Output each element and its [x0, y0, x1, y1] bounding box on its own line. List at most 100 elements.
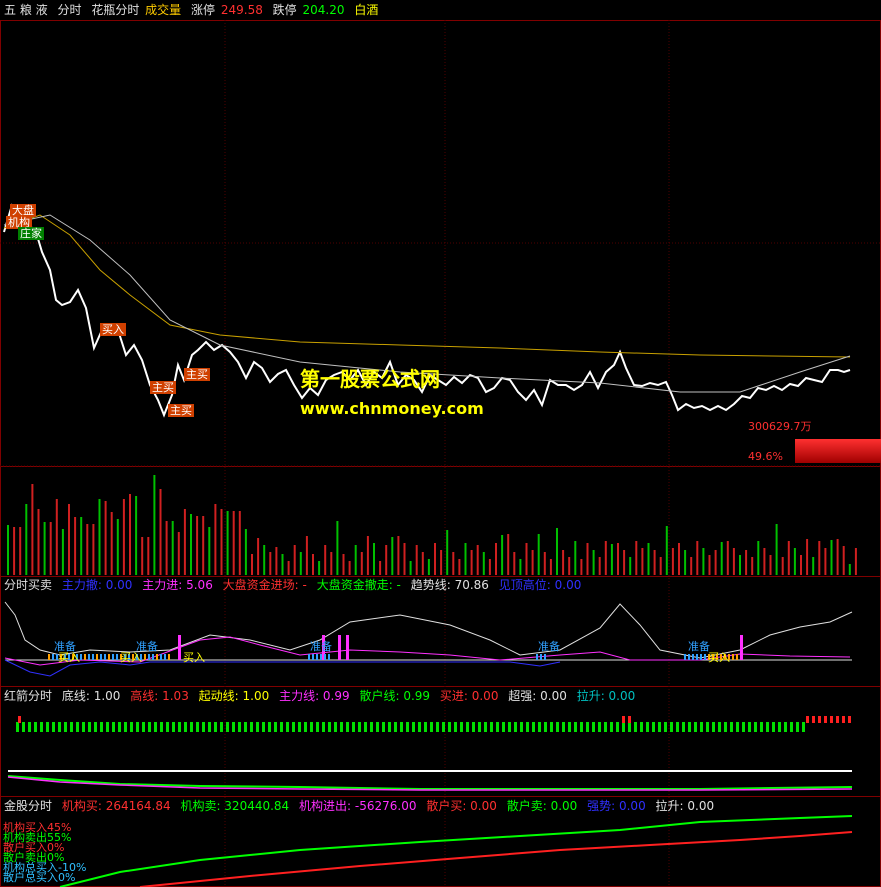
p2-green-bar — [460, 722, 463, 732]
p2-green-bar — [388, 722, 391, 732]
p1-signal-bar — [144, 654, 146, 660]
p2-red-mark-0 — [18, 716, 21, 723]
sector-label[interactable]: 白酒 — [354, 3, 378, 17]
p2-green-bar — [520, 722, 523, 732]
p2-red-mark-2 — [628, 716, 631, 723]
p2-green-bar — [334, 722, 337, 732]
percent-bar — [795, 439, 881, 463]
p2-green-bar — [604, 722, 607, 732]
panel1-title[interactable]: 分时买卖 — [4, 578, 52, 592]
chart-canvas — [0, 20, 881, 887]
p2-green-bar — [280, 722, 283, 732]
panel2-title[interactable]: 红箭分时 — [4, 689, 52, 703]
panel3-item-6: 拉升: 0.00 — [655, 799, 715, 813]
p2-green-bar — [274, 722, 277, 732]
p2-green-bar — [16, 722, 19, 732]
p2-green-bar — [376, 722, 379, 732]
p2-green-bar — [298, 722, 301, 732]
p2-green-bar — [622, 722, 625, 732]
p2-green-bar — [46, 722, 49, 732]
p1-signal-bar — [324, 654, 326, 660]
p2-green-bar — [760, 722, 763, 732]
p2-green-bar — [700, 722, 703, 732]
p2-green-bar — [214, 722, 217, 732]
p2-green-bar — [88, 722, 91, 732]
p1-signal-bar — [104, 654, 106, 660]
p1-signal-bar — [84, 654, 86, 660]
p2-green-bar — [400, 722, 403, 732]
p2-green-bar — [628, 722, 631, 732]
panel2-item-2: 起动线: 1.00 — [198, 689, 270, 703]
p2-green-bar — [562, 722, 565, 732]
p2-green-bar — [124, 722, 127, 732]
p2-green-bar — [514, 722, 517, 732]
p2-green-bar — [472, 722, 475, 732]
p2-green-bar — [508, 722, 511, 732]
p2-green-bar — [262, 722, 265, 732]
p2-red-bar — [812, 716, 815, 723]
indicator-name[interactable]: 花瓶分时 — [91, 3, 139, 17]
p2-green-bar — [598, 722, 601, 732]
p3-buy-line — [139, 831, 853, 887]
p1-tag-prep-4: 准备 — [538, 640, 560, 653]
p2-green-bar — [322, 722, 325, 732]
p1-signal-bar — [700, 654, 702, 660]
watermark-title: 第一股票公式网 — [300, 367, 440, 391]
p2-green-bar — [556, 722, 559, 732]
p2-green-bar — [490, 722, 493, 732]
panel3-item-1: 机构卖: 320440.84 — [180, 799, 290, 813]
p2-green-bar — [550, 722, 553, 732]
p2-green-bar — [244, 722, 247, 732]
p2-green-bar — [784, 722, 787, 732]
p2-green-bar — [286, 722, 289, 732]
p2-green-bar — [76, 722, 79, 732]
p2-green-bar — [268, 722, 271, 732]
panel1-border — [0, 576, 881, 687]
p1-signal-bar — [696, 654, 698, 660]
p2-green-bar — [766, 722, 769, 732]
p2-green-bar — [676, 722, 679, 732]
p2-green-bar — [172, 722, 175, 732]
p3-legend-5: 散户总买入0% — [3, 871, 76, 884]
panel2-item-7: 拉升: 0.00 — [576, 689, 636, 703]
p2-green-bar — [526, 722, 529, 732]
p2-green-bar — [778, 722, 781, 732]
p2-green-bar — [772, 722, 775, 732]
tag-buy: 买入 — [100, 323, 126, 336]
p2-red-bar — [824, 716, 827, 723]
p2-green-bar — [712, 722, 715, 732]
panel3-item-2: 机构进出: -56276.00 — [299, 799, 417, 813]
panel3-title[interactable]: 金股分时 — [4, 799, 52, 813]
p2-green-bar — [340, 722, 343, 732]
p1-signal-bar — [148, 654, 150, 660]
p1-signal-bar — [308, 654, 310, 660]
p2-green-bar — [754, 722, 757, 732]
p1-signal-bar — [312, 654, 314, 660]
p1-signal-bar — [316, 654, 318, 660]
p1-signal-bar — [52, 654, 54, 660]
p2-green-bar — [640, 722, 643, 732]
p2-green-bar — [634, 722, 637, 732]
p2-green-bar — [418, 722, 421, 732]
p1-signal-bar — [692, 654, 694, 660]
p2-green-bar — [718, 722, 721, 732]
p2-green-bar — [478, 722, 481, 732]
p2-green-bar — [64, 722, 67, 732]
p2-red-bar — [836, 716, 839, 723]
p2-green-bar — [70, 722, 73, 732]
p2-green-bar — [616, 722, 619, 732]
p2-green-bar — [112, 722, 115, 732]
stock-name[interactable]: 五 粮 液 — [4, 3, 48, 17]
p2-green-bar — [532, 722, 535, 732]
p2-green-bar — [724, 722, 727, 732]
period-label[interactable]: 分时 — [57, 3, 81, 17]
p2-green-bar — [166, 722, 169, 732]
panel2-item-0: 底线: 1.00 — [61, 689, 121, 703]
limit-down-label: 跌停 — [272, 3, 297, 17]
panel3-header: 金股分时 机构买: 264164.84 机构卖: 320440.84 机构进出:… — [4, 798, 720, 814]
p1-signal-bar — [536, 654, 538, 660]
panel3-item-0: 机构买: 264164.84 — [61, 799, 171, 813]
p2-green-bar — [352, 722, 355, 732]
panel1-item-4: 趋势线: 70.86 — [410, 578, 489, 592]
p1-signal-bar — [108, 654, 110, 660]
